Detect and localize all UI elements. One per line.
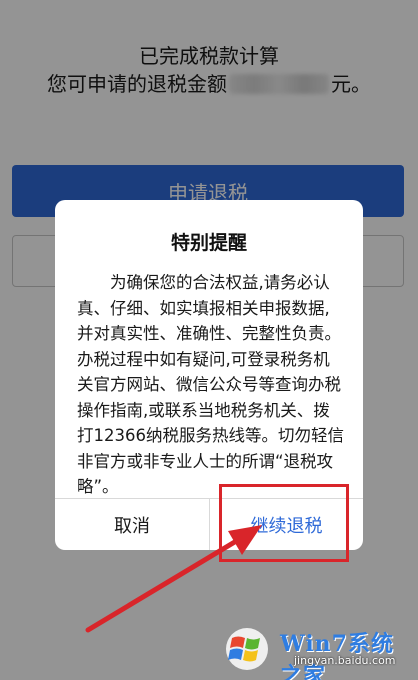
watermark: Win7系统之家 jingyan.baidu.com	[222, 612, 416, 680]
windows-logo-icon	[226, 628, 268, 670]
pointer-arrow-icon	[85, 525, 262, 633]
watermark-text: Win7系统之家	[280, 631, 394, 680]
watermark-subtext: jingyan.baidu.com	[294, 654, 396, 667]
